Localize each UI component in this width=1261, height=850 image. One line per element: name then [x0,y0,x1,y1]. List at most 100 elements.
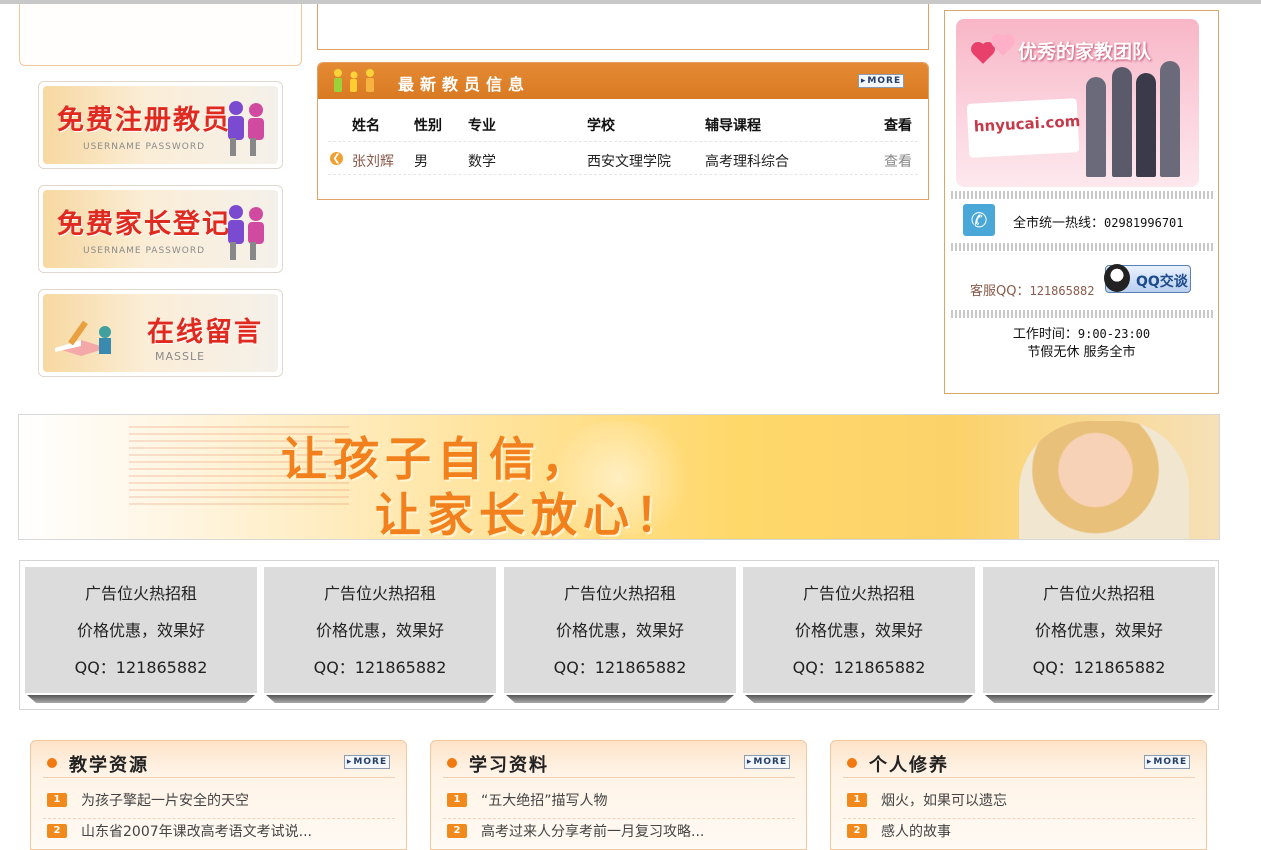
panel-divider [843,777,1195,778]
teachers-table: 姓名 性别 专业 学校 辅导课程 查看 ❮ 张刘辉 男 数学 西安文理学院 高考… [328,109,918,175]
contact-box: 优秀的家教团队 hnyucai.com ✆ 全市统一热线：02981996701… [944,10,1219,394]
ad-line-1: 广告位火热招租 [563,584,676,603]
ad-shadow [506,695,734,703]
teacher-gender: 男 [414,154,428,170]
people-icon [228,205,264,260]
ad-line-1: 广告位火热招租 [323,584,436,603]
panel-title: 学习资料 [469,755,549,776]
heart-icon [993,36,1013,56]
col-gender: 性别 [414,118,442,134]
bullet-dot-icon [447,758,457,768]
ad-line-1: 广告位火热招租 [84,584,197,603]
rank-badge: 1 [47,793,67,807]
online-message-sub: MASSLE [155,350,206,363]
worktime-label: 工作时间： [1012,327,1078,342]
worktime-value: 9:00-23:00 [1077,327,1151,341]
student-figure [1086,77,1106,177]
panel-title: 教学资源 [69,755,149,776]
teacher-course: 高考理科综合 [705,154,789,170]
teacher-name-link[interactable]: 张刘辉 [352,151,394,171]
ad-line-2: 价格优惠，效果好 [555,621,684,640]
latest-teachers-panel: 最新教员信息 MORE 姓名 性别 专业 学校 辅导课程 查看 ❮ 张刘辉 男 … [317,62,929,200]
teacher-major: 数学 [468,154,496,170]
teachers-more-button[interactable]: MORE [858,74,904,88]
service-qq: 客服QQ：121865882 [970,280,1095,299]
ad-line-1: 广告位火热招租 [1042,584,1155,603]
register-teacher-button[interactable]: 免费注册教员 USERNAME PASSWORD [38,81,283,169]
ad-line-2: 价格优惠，效果好 [315,621,444,640]
ad-line-3: QQ：121865882 [553,658,687,677]
col-course: 辅导课程 [705,118,761,134]
teaching-resources-panel: 教学资源 MORE 1 为孩子擎起一片安全的天空 2 山东省2007年课改高考语… [30,740,407,850]
register-teacher-label: 免费注册教员 [57,105,231,136]
online-message-label: 在线留言 [147,317,263,348]
promo-banner[interactable]: 让孩子自信， 让家长放心！ [18,414,1220,540]
ad-slot[interactable]: 广告位火热招租 价格优惠，效果好 QQ：121865882 [25,567,257,703]
list-item-link[interactable]: 感人的故事 [881,821,951,841]
rank-badge: 2 [47,824,67,838]
list-item-link[interactable]: 高考过来人分享考前一月复习攻略... [481,821,704,841]
hotline-label: 全市统一热线： [1013,216,1105,231]
bullet-dot-icon [847,758,857,768]
banner-woman-photo [1019,421,1189,539]
list-item-link[interactable]: 山东省2007年课改高考语文考试说... [81,821,312,841]
qq-chat-button[interactable]: QQ交谈 [1104,264,1191,293]
col-school: 学校 [587,118,615,134]
item-divider [443,818,795,819]
student-figure [1136,73,1156,177]
phone-icon: ✆ [963,204,995,236]
panel-title: 个人修养 [869,755,949,776]
arrow-left-icon: ❮ [330,152,343,165]
holiday-note: 节假无休 服务全市 [1027,345,1136,360]
rank-badge: 1 [847,793,867,807]
ad-slot[interactable]: 广告位火热招租 价格优惠，效果好 QQ：121865882 [743,567,975,703]
mid-top-box [317,4,929,50]
site-label: hnyucai.com [973,112,1081,136]
dotted-divider [951,243,1213,251]
register-parent-button[interactable]: 免费家长登记 USERNAME PASSWORD [38,185,283,273]
team-title: 优秀的家教团队 [1018,41,1152,63]
ad-slot[interactable]: 广告位火热招租 价格优惠，效果好 QQ：121865882 [983,567,1215,703]
item-divider [843,818,1195,819]
ad-line-2: 价格优惠，效果好 [794,621,923,640]
ad-shadow [985,695,1213,703]
latest-teachers-header: 最新教员信息 MORE [318,63,928,99]
ad-shadow [266,695,494,703]
table-header-row: 姓名 性别 专业 学校 辅导课程 查看 [328,109,918,142]
panel-more-button[interactable]: MORE [744,755,790,769]
panel-more-button[interactable]: MORE [344,755,390,769]
ad-shadow [745,695,973,703]
panel-more-button[interactable]: MORE [1144,755,1190,769]
ad-line-3: QQ：121865882 [1032,658,1166,677]
col-major: 专业 [468,118,496,134]
view-link[interactable]: 查看 [884,151,912,171]
list-item-link[interactable]: 烟火，如果可以遗忘 [881,790,1007,810]
list-item-link[interactable]: 为孩子擎起一片安全的天空 [81,790,249,810]
ad-line-1: 广告位火热招租 [802,584,915,603]
ad-slot[interactable]: 广告位火热招租 价格优惠，效果好 QQ：121865882 [504,567,736,703]
personal-cultivation-panel: 个人修养 MORE 1 烟火，如果可以遗忘 2 感人的故事 [830,740,1207,850]
hotline-number: 02981996701 [1104,216,1184,230]
book-pencil-icon [55,320,111,356]
panel-divider [443,777,795,778]
qq-label: 客服QQ： [970,284,1030,299]
sign-board: hnyucai.com [966,98,1081,158]
col-view: 查看 [884,118,912,134]
teacher-school: 西安文理学院 [587,154,671,170]
item-divider [43,818,395,819]
register-parent-label: 免费家长登记 [57,209,231,240]
list-item-link[interactable]: “五大绝招”描写人物 [481,790,608,810]
left-top-box [19,4,302,66]
work-time: 工作时间：9:00-23:00 节假无休 服务全市 [945,325,1218,362]
family-icon [334,69,374,92]
ad-slot[interactable]: 广告位火热招租 价格优惠，效果好 QQ：121865882 [264,567,496,703]
dotted-divider [951,191,1213,199]
online-message-button[interactable]: 在线留言 MASSLE [38,289,283,377]
student-figure [1160,61,1180,177]
register-parent-sub: USERNAME PASSWORD [83,246,206,256]
banner-line-2: 让家长放心！ [375,488,687,540]
col-name: 姓名 [352,118,380,134]
rank-badge: 1 [447,793,467,807]
ad-strip: 广告位火热招租 价格优惠，效果好 QQ：121865882 广告位火热招租 价格… [19,560,1219,710]
ad-line-3: QQ：121865882 [313,658,447,677]
